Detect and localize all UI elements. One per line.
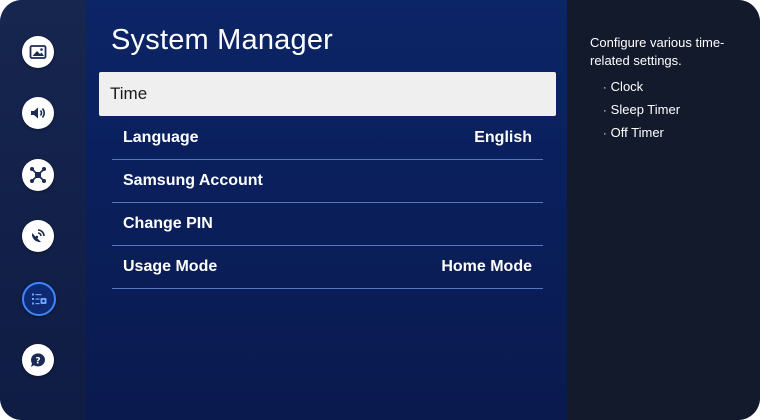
info-bullet-text: Sleep Timer: [610, 102, 681, 117]
menu-item-label: Time: [110, 84, 148, 103]
menu-item-label: Samsung Account: [123, 172, 263, 189]
menu-item-label: Usage Mode: [123, 258, 218, 275]
info-description: Configure various time-related settings.: [590, 35, 725, 68]
bullet-icon: ·: [603, 105, 607, 117]
info-bullet-item: · Sleep Timer: [603, 99, 680, 122]
info-bullet-text: Off Timer: [610, 125, 664, 140]
menu-item-value: Home Mode: [441, 258, 532, 275]
menu-item-samsung-account[interactable]: Samsung Account: [112, 160, 543, 203]
support-icon: ?: [30, 353, 45, 367]
sidebar-item-picture[interactable]: [22, 36, 54, 68]
connection-icon: [30, 167, 46, 183]
info-bullet-item: · Clock: [603, 76, 680, 99]
settings-window: ? System Manager Time Language English S…: [0, 0, 760, 420]
info-bullet-text: Clock: [610, 79, 644, 94]
general-settings-icon: [32, 293, 47, 305]
menu-item-language[interactable]: Language English: [112, 117, 543, 160]
page-title: System Manager: [111, 24, 333, 56]
bullet-icon: ·: [603, 82, 607, 94]
broadcasting-icon: [31, 229, 45, 243]
sidebar-item-connection[interactable]: [22, 159, 54, 191]
menu-item-label: Change PIN: [123, 215, 213, 232]
svg-text:?: ?: [35, 357, 40, 367]
sidebar-item-broadcasting[interactable]: [22, 220, 54, 252]
info-bullet-list: · Clock · Sleep Timer · Off Timer: [603, 76, 680, 145]
menu-item-change-pin[interactable]: Change PIN: [112, 203, 543, 246]
main-panel: System Manager Time Language English Sam…: [86, 0, 567, 420]
picture-icon: [29, 45, 47, 59]
menu-item-label: Language: [123, 129, 199, 146]
sidebar-item-general[interactable]: [22, 282, 56, 316]
menu-item-usage-mode[interactable]: Usage Mode Home Mode: [112, 246, 543, 289]
info-panel: Configure various time-related settings.…: [567, 0, 760, 420]
bullet-icon: ·: [603, 128, 607, 140]
menu-item-time[interactable]: Time: [99, 72, 556, 116]
sound-icon: [31, 107, 46, 119]
menu-item-value: English: [474, 129, 532, 146]
info-bullet-item: · Off Timer: [603, 122, 680, 145]
settings-sidebar: ?: [0, 0, 86, 420]
sidebar-item-sound[interactable]: [22, 97, 54, 129]
sidebar-item-support[interactable]: ?: [22, 344, 54, 376]
